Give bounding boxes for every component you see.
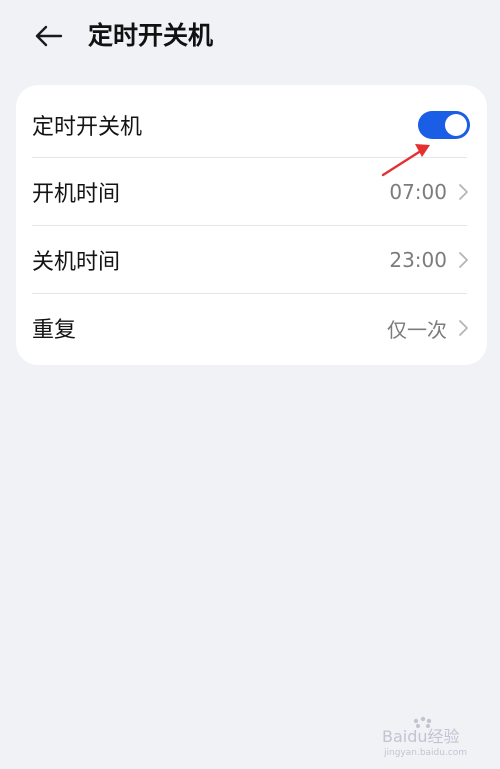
red-arrow-annotation-icon [381,144,430,177]
arrow-left-icon [35,25,63,47]
power-on-time-label: 开机时间 [32,182,121,207]
back-button[interactable] [28,16,68,56]
watermark-subtext: jingyan.baidu.com [383,748,467,758]
power-off-time-value: 23:00 [389,248,447,272]
toggle-knob [445,114,467,136]
page-title: 定时开关机 [88,21,214,50]
repeat-row[interactable]: 重复 仅一次 [16,294,487,362]
timer-switch-label: 定时开关机 [32,115,143,140]
repeat-value: 仅一次 [387,317,447,342]
baidu-jingyan-watermark: Baidu经验 jingyan.baidu.com [382,716,467,758]
repeat-label: 重复 [32,318,77,343]
chevron-right-icon [459,320,468,336]
power-off-time-row[interactable]: 关机时间 23:00 [16,226,487,294]
settings-card: 定时开关机 开机时间 07:00 关机时间 23:00 重复 仅一次 [16,85,487,365]
chevron-right-icon [459,252,468,268]
watermark-text: Baidu经验 [382,727,460,746]
power-off-time-label: 关机时间 [32,250,121,275]
power-on-time-value: 07:00 [389,180,447,204]
chevron-right-icon [459,184,468,200]
app-bar: 定时开关机 [0,0,500,72]
